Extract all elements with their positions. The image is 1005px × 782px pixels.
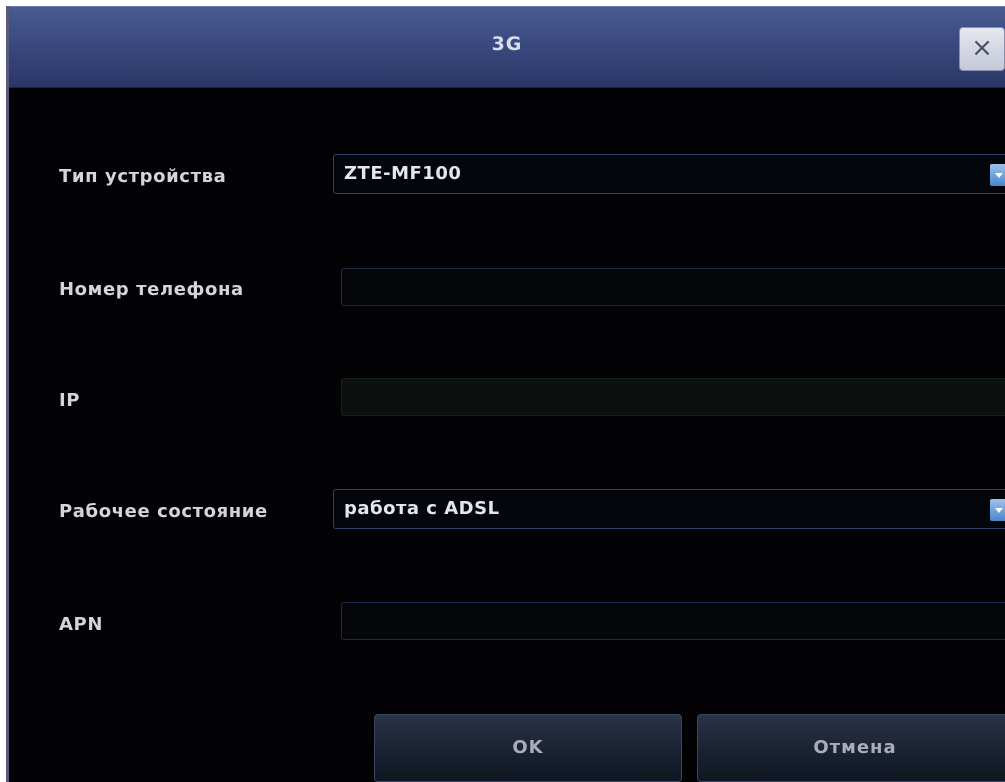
working-state-label: Рабочее состояние <box>59 501 268 522</box>
apn-label: APN <box>59 614 103 635</box>
working-state-value: работа с ADSL <box>344 498 500 519</box>
device-type-label: Тип устройства <box>59 166 227 187</box>
ip-label: IP <box>59 390 81 411</box>
apn-input[interactable] <box>341 602 1005 640</box>
device-type-value: ZTE-MF100 <box>344 163 462 184</box>
phone-number-label: Номер телефона <box>59 279 244 300</box>
chevron-down-icon[interactable] <box>990 499 1005 521</box>
chevron-down-icon[interactable] <box>990 164 1005 186</box>
dialog-title: 3G <box>491 33 523 55</box>
ok-button[interactable]: OK <box>374 714 682 782</box>
cancel-button[interactable]: Отмена <box>697 714 1005 782</box>
dialog-3g: 3G × Тип устройства ZTE-MF100 Номер теле… <box>6 6 1005 782</box>
device-type-select[interactable]: ZTE-MF100 <box>333 154 1005 194</box>
phone-number-input[interactable] <box>341 268 1005 306</box>
title-bar: 3G <box>9 6 1005 88</box>
ip-input <box>341 378 1005 416</box>
working-state-select[interactable]: работа с ADSL <box>333 489 1005 529</box>
close-icon[interactable]: × <box>959 27 1005 71</box>
